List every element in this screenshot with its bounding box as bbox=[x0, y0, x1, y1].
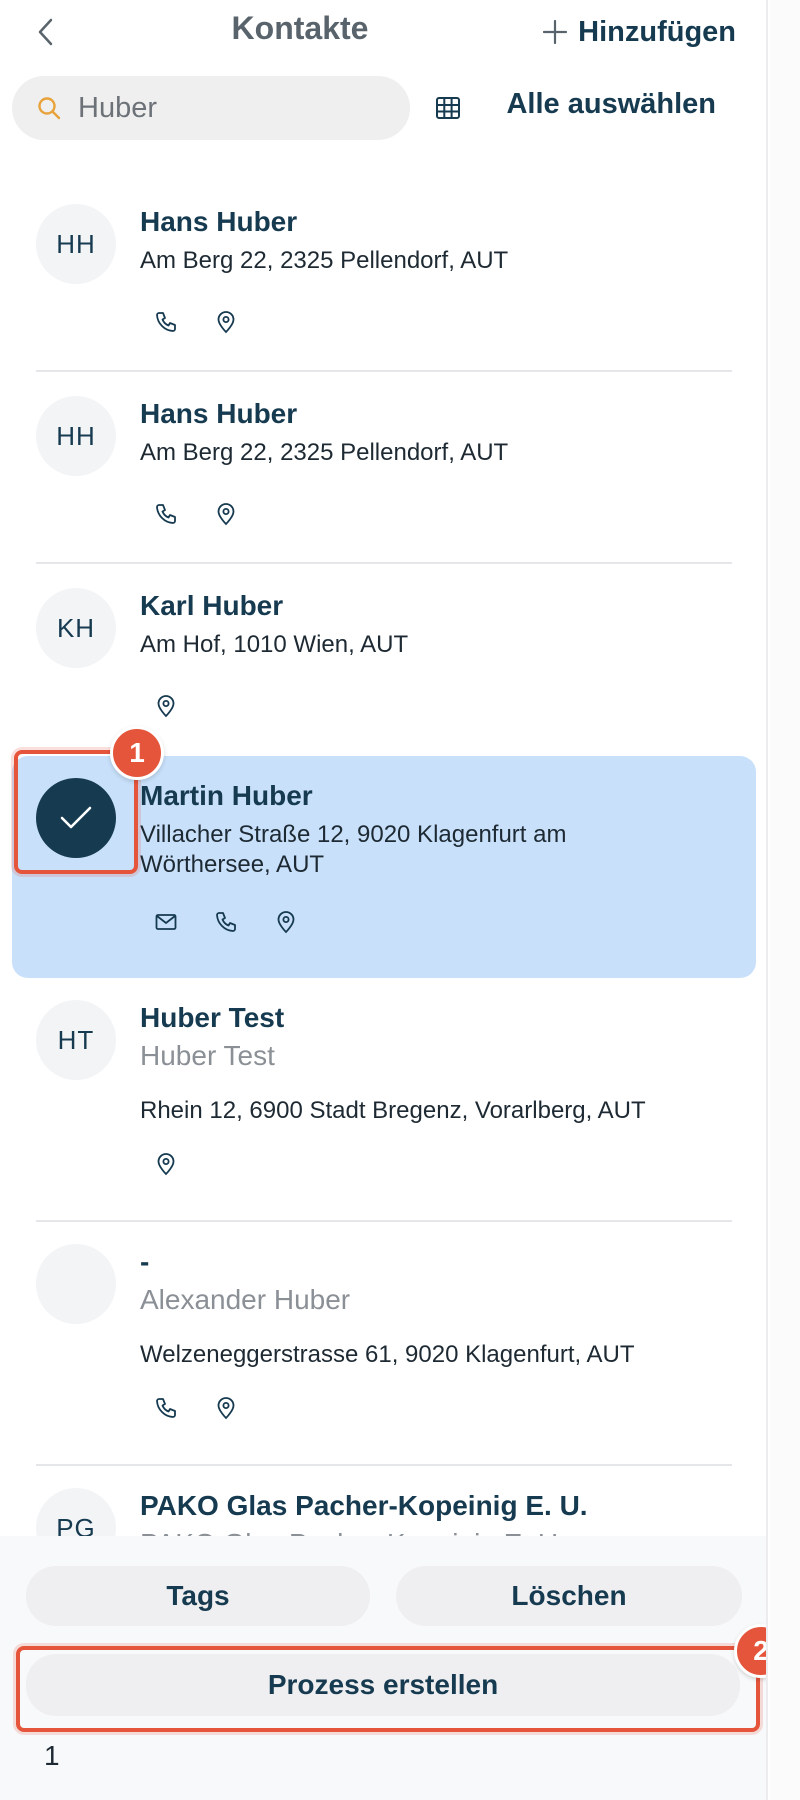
phone-icon[interactable] bbox=[152, 308, 180, 336]
avatar: HH bbox=[36, 396, 116, 476]
phone-icon[interactable] bbox=[212, 908, 240, 936]
contact-address: Villacher Straße 12, 9020 Klagenfurt am … bbox=[140, 821, 567, 878]
avatar: HH bbox=[36, 204, 116, 284]
contact-row-hans-huber-2[interactable]: HH Hans Huber Am Berg 22, 2325 Pellendor… bbox=[12, 382, 756, 562]
tags-button[interactable]: Tags bbox=[26, 1566, 370, 1626]
location-pin-icon[interactable] bbox=[212, 1394, 240, 1422]
contact-address: Am Berg 22, 2325 Pellendorf, AUT bbox=[140, 439, 509, 466]
location-pin-icon[interactable] bbox=[152, 692, 180, 720]
contact-address: Rhein 12, 6900 Stadt Bregenz, Vorarlberg… bbox=[140, 1097, 646, 1124]
search-icon bbox=[34, 93, 64, 123]
page-title: Kontakte bbox=[231, 10, 369, 46]
contact-row-karl-huber[interactable]: KH Karl Huber Am Hof, 1010 Wien, AUT bbox=[12, 574, 756, 754]
selected-count: 1 bbox=[44, 1740, 60, 1771]
mail-icon[interactable] bbox=[152, 908, 180, 936]
avatar: HT bbox=[36, 1000, 116, 1080]
delete-button[interactable]: Löschen bbox=[396, 1566, 742, 1626]
contact-subtitle: Alexander Huber bbox=[140, 1284, 351, 1315]
search-input[interactable] bbox=[78, 91, 378, 125]
annotation-badge-1: 1 bbox=[110, 726, 164, 780]
contact-row-huber-test[interactable]: HT Huber Test Huber Test Rhein 12, 6900 … bbox=[12, 990, 756, 1206]
divider bbox=[36, 1464, 732, 1466]
add-contact-button[interactable]: Hinzufügen bbox=[542, 12, 736, 52]
contact-row-alexander-huber[interactable]: - Alexander Huber Welzeneggerstrasse 61,… bbox=[12, 1234, 756, 1448]
annotation-highlight-2 bbox=[16, 1646, 760, 1732]
contact-address: Am Berg 22, 2325 Pellendorf, AUT bbox=[140, 247, 509, 274]
contact-row-hans-huber-1[interactable]: HH Hans Huber Am Berg 22, 2325 Pellendor… bbox=[12, 190, 756, 370]
grid-icon bbox=[436, 97, 460, 119]
contact-name: Hans Huber bbox=[140, 206, 298, 237]
grid-view-button[interactable] bbox=[430, 90, 466, 126]
phone-icon[interactable] bbox=[152, 500, 180, 528]
contact-name: - bbox=[140, 1246, 150, 1277]
right-edge-strip bbox=[770, 0, 800, 1800]
contact-name: Hans Huber bbox=[140, 398, 298, 429]
contact-name: PAKO Glas Pacher-Kopeinig E. U. bbox=[140, 1490, 588, 1521]
contacts-panel: Kontakte Hinzufügen Alle auswählen HH Ha… bbox=[0, 0, 768, 1800]
location-pin-icon[interactable] bbox=[152, 1150, 180, 1178]
plus-icon bbox=[543, 19, 568, 45]
select-all-button[interactable]: Alle auswählen bbox=[506, 88, 716, 121]
location-pin-icon[interactable] bbox=[212, 308, 240, 336]
contact-name: Huber Test bbox=[140, 1002, 285, 1033]
avatar bbox=[36, 1244, 116, 1324]
location-pin-icon[interactable] bbox=[272, 908, 300, 936]
contact-subtitle: Huber Test bbox=[140, 1040, 275, 1071]
location-pin-icon[interactable] bbox=[212, 500, 240, 528]
divider bbox=[36, 562, 732, 564]
phone-icon[interactable] bbox=[152, 1394, 180, 1422]
divider bbox=[36, 370, 732, 372]
search-box[interactable] bbox=[12, 76, 410, 140]
add-contact-label: Hinzufügen bbox=[578, 15, 736, 48]
contact-name: Martin Huber bbox=[140, 780, 313, 811]
contact-address: Welzeneggerstrasse 61, 9020 Klagenfurt, … bbox=[140, 1341, 635, 1368]
contact-name: Karl Huber bbox=[140, 590, 284, 621]
contact-address: Am Hof, 1010 Wien, AUT bbox=[140, 631, 409, 658]
divider bbox=[36, 1220, 732, 1222]
avatar: KH bbox=[36, 588, 116, 668]
